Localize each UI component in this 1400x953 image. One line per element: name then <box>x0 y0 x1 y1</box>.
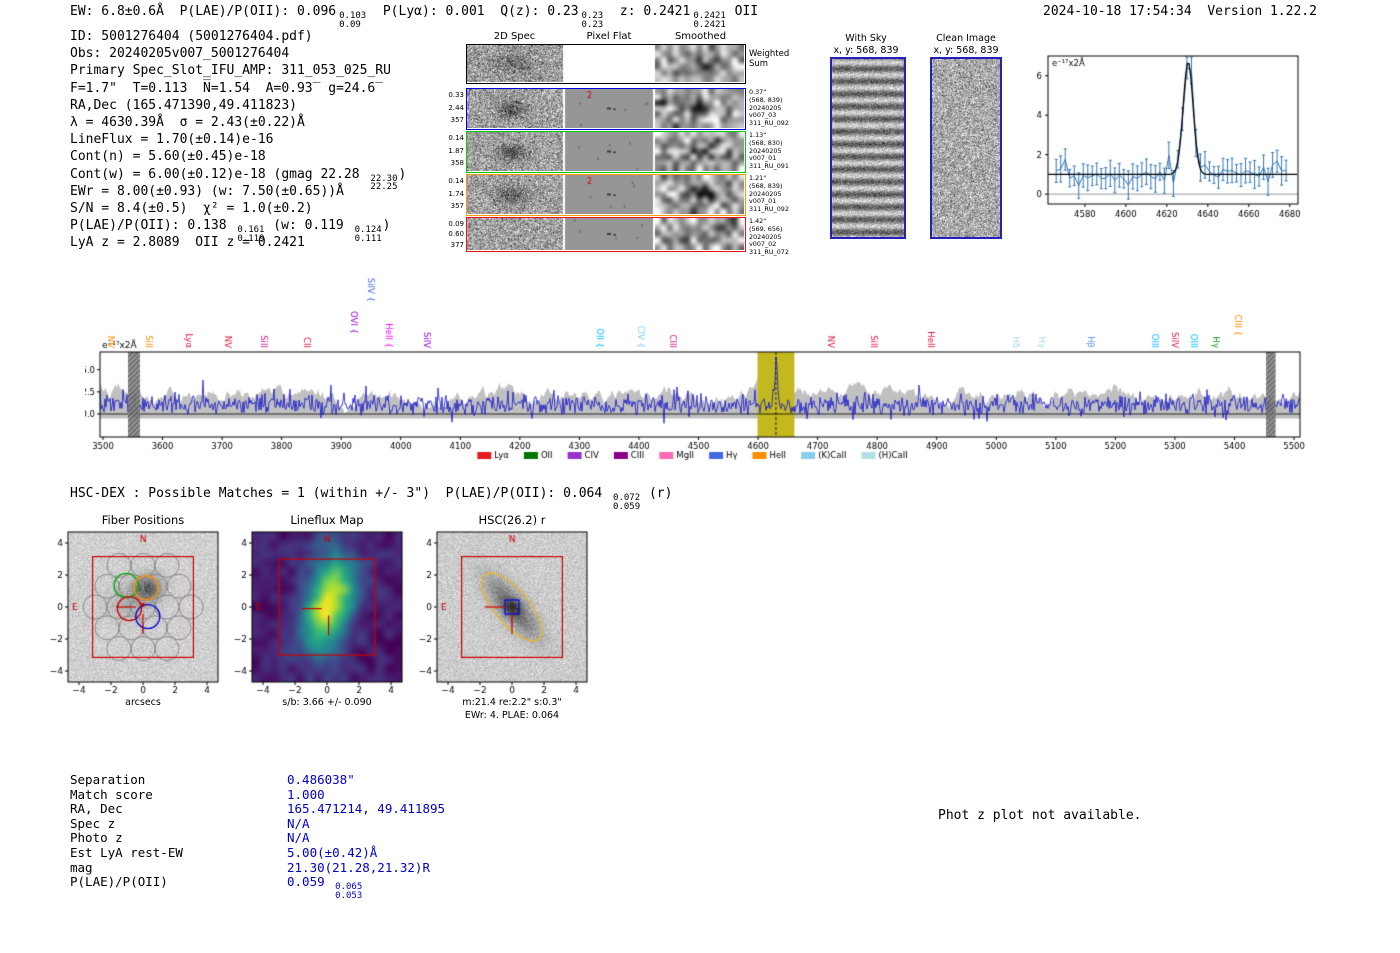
lineflux-map-cutout <box>217 522 407 700</box>
sup-sub-value: 0.124 0.111 <box>354 225 382 244</box>
row-observation-info: 1.21" (568, 839) 20240205 v007_01 311_RU_092 <box>749 174 789 214</box>
match-field-label: Est LyA rest-EW <box>70 844 183 860</box>
info-line: Cont(w) = 6.00(±0.12)e-18 (gmag 22.28 22… <box>70 166 407 192</box>
catalog-match-table: Separation 0.486038" Match score 1.000 RA, D… <box>70 772 445 900</box>
match-field-label: mag <box>70 859 93 875</box>
info-line: EWr = 8.00(±0.93) (w: 7.50(±0.65))Å <box>70 183 344 199</box>
hetdex-detection-report: EW: 6.8±0.6Å P(LAE)/P(OII): 0.096 0.103 0.… <box>0 0 1400 953</box>
with-sky-title: With Sky x, y: 568, 839 <box>833 33 899 56</box>
hsc-dex-header: HSC-DEX : Possible Matches = 1 (within +… <box>70 486 673 512</box>
row-observation-info: 1.42" (569, 656) 20240205 v007_02 311_RU_072 <box>749 217 789 257</box>
with-sky-image <box>830 57 906 239</box>
match-field-value: 5.00(±0.42)Å <box>287 844 378 860</box>
hsc-caption-1: m:21.4 re:2.2" s:0.3" <box>462 697 562 708</box>
match-table-row: P(LAE)/P(OII) 0.059 0.065 0.053 <box>70 874 362 900</box>
sup-sub-value: 22.30 22.25 <box>370 173 398 192</box>
match-field-label: Spec z <box>70 815 116 831</box>
sup-sub-value: 0.065 0.053 <box>335 882 363 901</box>
info-line: F=1.7" T=0.113 N̅=1.54 A=0.93̅ g=24.6̅ <box>70 80 376 96</box>
full-spectrum-plot <box>85 255 1315 465</box>
match-table-row: Photo z N/A <box>70 830 310 846</box>
hsc-caption-2: EWr: 4. PLAE: 0.064 <box>464 710 560 721</box>
row-scale-values: 0.14 1.87 358 <box>448 134 464 168</box>
match-field-value: N/A <box>287 815 310 831</box>
match-field-value: 0.486038" <box>287 772 355 787</box>
photz-note: Phot z plot not available. <box>938 808 1142 823</box>
info-line: λ = 4630.39Å σ = 2.43(±0.22)Å <box>70 114 305 130</box>
row-observation-info: 1.13" (568, 830) 20240205 v007_01 311_RU_091 <box>749 131 789 171</box>
line-fit-plot <box>1000 42 1350 222</box>
col-title-2dspec: 2D Spec <box>493 31 536 42</box>
match-table-row: Match score 1.000 <box>70 786 325 802</box>
match-field-value: 21.30(21.28,21.32)R <box>287 859 430 875</box>
spec2d-row <box>466 88 746 130</box>
info-line: ID: 5001276404 (5001276404.pdf) <box>70 29 313 44</box>
col-title-smoothed: Smoothed <box>674 31 727 42</box>
summary-header: EW: 6.8±0.6Å P(LAE)/P(OII): 0.096 0.103 0.… <box>70 4 759 30</box>
match-field-value: 165.471214, 49.411895 <box>287 801 446 817</box>
match-field-label: Separation <box>70 772 146 787</box>
match-field-value: 0.059 0.065 0.053 <box>287 874 363 901</box>
fiber-positions-cutout <box>33 522 223 700</box>
sup-sub-value: 0.2421 0.2421 <box>693 11 726 30</box>
row-observation-info: 0.37" (568, 839) 20240205 v007_03 311_RU_092 <box>749 88 789 128</box>
row-scale-values: 0.33 2.44 357 <box>448 91 464 125</box>
match-field-label: Match score <box>70 786 153 802</box>
match-table-row: RA, Dec 165.471214, 49.411895 <box>70 801 445 817</box>
match-table-row: Est LyA rest-EW 5.00(±0.42)Å <box>70 844 377 860</box>
match-field-label: RA, Dec <box>70 801 123 817</box>
detection-info-block: ID: 5001276404 (5001276404.pdf) Obs: 2024… <box>70 29 406 252</box>
spec2d-row <box>466 217 746 252</box>
sup-sub-value: 0.103 0.09 <box>339 11 367 30</box>
match-table-row: Separation 0.486038" <box>70 772 355 787</box>
row-scale-values: 0.09 0.60 377 <box>448 220 464 249</box>
sup-sub-value: 0.23 0.23 <box>581 11 604 30</box>
info-line: RA,Dec (165.471390,49.411823) <box>70 97 297 113</box>
clean-image <box>930 57 1002 239</box>
fiber-xlabel: arcsecs <box>125 697 161 708</box>
info-line: P(LAE)/P(OII): 0.138 0.161 0.119 (w: 0.11… <box>70 218 391 244</box>
match-field-label: Photo z <box>70 830 123 846</box>
info-line: Cont(n) = 5.60(±0.45)e-18 <box>70 149 266 165</box>
match-field-label: P(LAE)/P(OII) <box>70 874 168 890</box>
match-field-value: 1.000 <box>287 786 325 802</box>
spec2d-row <box>466 174 746 216</box>
spec2d-panels: 0.33 2.44 357 0.37" (568, 839) 20240205 v007_0… <box>441 44 841 259</box>
spec2d-row <box>466 131 746 173</box>
match-table-row: Spec z N/A <box>70 815 310 831</box>
info-line: Primary Spec_Slot_IFU_AMP: 311_053_025_R… <box>70 63 391 79</box>
weighted-sum-label: Weighted Sum <box>749 49 790 69</box>
lineflux-caption: s/b: 3.66 +/- 0.090 <box>282 697 372 708</box>
sup-sub-value: 0.072 0.059 <box>613 493 641 512</box>
clean-image-title: Clean Image x, y: 568, 839 <box>933 33 999 56</box>
match-table-row: mag 21.30(21.28,21.32)R <box>70 859 430 875</box>
row-scale-values: 0.14 1.74 357 <box>448 177 464 211</box>
spec2d-weighted-row <box>466 44 746 84</box>
timestamp: 2024-10-18 17:54:34 Version 1.22.2 <box>1043 4 1317 19</box>
match-field-value: N/A <box>287 830 310 846</box>
col-title-pixelflat: Pixel Flat <box>586 31 632 42</box>
info-line: LineFlux = 1.70(±0.14)e-16 <box>70 132 274 148</box>
hsc-image-cutout <box>402 522 592 700</box>
info-line: S/N = 8.4(±0.5) χ² = 1.0(±0.2) <box>70 200 313 216</box>
info-line: Obs: 20240205v007_5001276404 <box>70 46 290 62</box>
